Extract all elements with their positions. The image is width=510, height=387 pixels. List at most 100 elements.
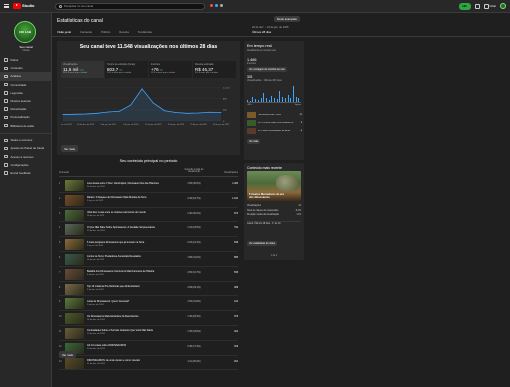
chart-point[interactable] — [107, 111, 109, 113]
realtime-bar[interactable] — [268, 100, 270, 102]
realtime-bar[interactable] — [292, 85, 294, 102]
advanced-mode-button[interactable]: Modo avançado — [274, 16, 300, 22]
table-row[interactable]: 8 Top 10 criaturas Pré-históricas que Ain… — [59, 282, 238, 297]
kpi-card[interactable]: Visualizações 11,5 mil12% 30% a mais que a… — [61, 61, 104, 78]
studio-logo[interactable]: Studio — [13, 3, 34, 9]
info-quick-icon[interactable] — [215, 4, 218, 7]
chart-point[interactable] — [186, 112, 188, 114]
search-input[interactable]: Pesquisar no seu canal — [55, 2, 205, 10]
chart-point[interactable] — [220, 112, 222, 113]
kpi-card[interactable]: Tempo de exibição (horas) 803,79% 20% a ma… — [105, 61, 148, 78]
video-title[interactable]: Juntos na Terra: Predadores Ancestrais R… — [87, 255, 175, 258]
chart-point[interactable] — [96, 112, 98, 114]
realtime-bar[interactable] — [247, 100, 248, 102]
sidebar-item-features[interactable]: Acesso a recursos — [0, 153, 52, 161]
table-row[interactable]: 11 Curiosidades Sobre o Período Jurássico… — [59, 326, 238, 341]
chart-point[interactable] — [175, 112, 177, 113]
video-title[interactable]: O Que Não Sabe Sobre Spinosaurus: A Verd… — [87, 226, 175, 229]
video-title[interactable]: Luta insana entre T-Rex: Velociraptor, D… — [87, 182, 175, 185]
video-thumbnail[interactable] — [65, 180, 84, 191]
help-quick-icon[interactable] — [220, 4, 223, 7]
sidebar-item-channel-settings[interactable]: Ajustes do Painel do Canal — [0, 144, 52, 152]
video-title[interactable]: 5 mais perigosos dinossauros que já vive… — [87, 241, 175, 244]
sidebar-item-customization[interactable]: Personalização — [0, 113, 52, 121]
table-row[interactable]: 10 Os Dinossauros Mais Estranhos Já Desco… — [59, 311, 238, 326]
menu-icon[interactable] — [4, 3, 10, 9]
realtime-bar[interactable] — [287, 94, 289, 102]
sidebar-item-status[interactable]: Status e recursos — [0, 136, 52, 144]
video-analytics-button[interactable]: Ver estatísticas do vídeo — [247, 241, 278, 246]
youtube-quick-icon[interactable] — [210, 4, 213, 7]
sidebar-item-settings[interactable]: Configurações — [0, 161, 52, 169]
chart-point[interactable] — [130, 104, 132, 106]
realtime-bar[interactable] — [255, 99, 257, 102]
video-title[interactable]: DINOSSAUROS: de onde vieram e como viver… — [87, 359, 175, 362]
create-button[interactable]: Criar — [483, 3, 496, 9]
video-title[interactable]: GF 10 coisas sobre DINOSSAUROS — [87, 344, 175, 347]
table-row[interactable]: 2 Ranker: 9 Ataques de Dinossauro Mais Mo… — [59, 193, 238, 208]
table-row[interactable]: 1 Luta insana entre T-Rex: Velociraptor, … — [59, 178, 238, 193]
video-thumbnail[interactable] — [65, 209, 84, 221]
video-thumbnail[interactable] — [65, 239, 84, 251]
video-thumbnail[interactable] — [65, 357, 84, 369]
chart-point[interactable] — [152, 102, 154, 104]
latest-video-thumbnail[interactable]: 5 insetos Mercadores de era dos dinossau… — [247, 171, 301, 201]
video-thumbnail[interactable] — [65, 194, 84, 206]
sidebar-item-copyright[interactable]: Direitos autorais — [0, 97, 52, 105]
video-thumbnail[interactable] — [65, 224, 84, 236]
chart-point[interactable] — [209, 111, 211, 113]
video-title[interactable]: Ultra Rex: Lutas entre os maiores carnív… — [87, 211, 175, 214]
realtime-bar[interactable] — [290, 97, 292, 102]
chart-point[interactable] — [118, 110, 120, 112]
views-line-chart[interactable]: 0 400 800 1,2 mil 26 de dez. de 2024 30 de de… — [61, 81, 236, 133]
video-thumbnail[interactable] — [65, 313, 84, 325]
realtime-bar-chart[interactable] — [247, 85, 301, 103]
video-title[interactable]: Curiosidades Sobre o Período Jurássico Q… — [87, 329, 175, 332]
video-title[interactable]: Os Dinossauros Mais Estranhos Já Descobe… — [87, 315, 175, 318]
sidebar-item-analytics[interactable]: Análises — [0, 72, 52, 81]
realtime-bar[interactable] — [265, 97, 267, 102]
overview-see-more-button[interactable]: Ver mais — [61, 145, 78, 152]
realtime-bar[interactable] — [263, 93, 265, 102]
video-title[interactable]: Top 10 criaturas Pré-históricas que Aind… — [87, 285, 175, 288]
realtime-bar[interactable] — [260, 98, 262, 102]
latest-pager[interactable]: 1 de 2 — [244, 255, 304, 257]
realtime-video-row[interactable]: GF 10 coisas sobre DINOSSAUROS 9 — [247, 119, 302, 127]
realtime-bar[interactable] — [252, 96, 254, 102]
account-avatar[interactable] — [500, 3, 506, 9]
table-row[interactable]: 7 Batalha dos Dinossauros Carnívoros Mais… — [59, 267, 238, 282]
sidebar-item-monetization[interactable]: Monetização — [0, 105, 52, 113]
table-row[interactable]: 12 GF 10 coisas sobre DINOSSAUROS 20 de de… — [59, 341, 238, 356]
realtime-bar[interactable] — [271, 95, 273, 102]
realtime-bar[interactable] — [257, 100, 259, 102]
video-thumbnail[interactable] — [65, 283, 84, 295]
table-row[interactable]: 4 O Que Não Sabe Sobre Spinosaurus: A Ver… — [59, 222, 238, 238]
chart-point[interactable] — [62, 114, 64, 116]
video-title[interactable]: Lutas de Dinossauros: Quem Venceria? — [87, 300, 175, 303]
kpi-card[interactable]: Receita estimada R$ 46,37 5% a mais que a … — [193, 61, 236, 78]
chart-point[interactable] — [73, 113, 75, 115]
help-icon[interactable] — [474, 3, 480, 9]
table-row[interactable]: 9 Lutas de Dinossauros: Quem Venceria? 5 d… — [59, 296, 238, 312]
realtime-bar[interactable] — [284, 98, 286, 102]
realtime-bar[interactable] — [249, 101, 251, 102]
video-thumbnail[interactable] — [65, 327, 84, 339]
realtime-video-row[interactable]: Luta insana entre T-Rex 22 — [247, 111, 302, 119]
channel-avatar[interactable]: 100 LAB — [14, 21, 36, 43]
video-thumbnail[interactable] — [65, 298, 84, 310]
sidebar-item-audio-library[interactable]: Biblioteca de áudio — [0, 122, 52, 130]
realtime-bar[interactable] — [279, 91, 281, 102]
chart-point[interactable] — [197, 112, 199, 114]
sidebar-item-dashboard[interactable]: Painel — [0, 56, 52, 64]
realtime-video-row[interactable]: GF 5 fatos assustadores de dinos 6 — [247, 127, 302, 135]
realtime-bar[interactable] — [295, 96, 297, 102]
table-row[interactable]: 6 Juntos na Terra: Predadores Ancestrais … — [59, 252, 238, 267]
date-range-selector[interactable]: 26 de dez. – 22 de jan. de 2025 Últimos … — [252, 26, 300, 34]
sidebar-item-content[interactable]: Conteúdo — [0, 64, 52, 72]
video-thumbnail[interactable] — [65, 268, 84, 280]
realtime-bar[interactable] — [282, 96, 284, 102]
hd-pill[interactable]: HD — [458, 2, 471, 10]
chart-point[interactable] — [164, 110, 166, 112]
table-row[interactable]: 3 Ultra Rex: Lutas entre os maiores carní… — [59, 208, 238, 223]
sidebar-item-subtitles[interactable]: Legendas — [0, 89, 52, 97]
